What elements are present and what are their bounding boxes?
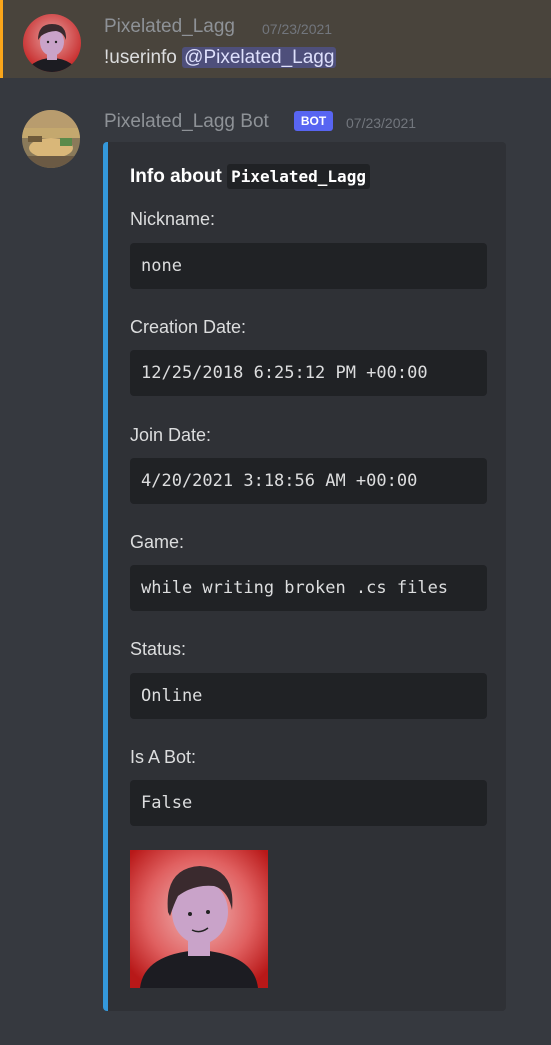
field-name-join-date: Join Date:	[130, 425, 212, 445]
bot-message-timestamp: 07/23/2021	[346, 115, 417, 131]
message-timestamp: 07/23/2021	[262, 21, 333, 37]
field-name-game: Game:	[130, 532, 185, 552]
field-value-join-date: 4/20/2021 3:18:56 AM +00:00	[130, 458, 487, 504]
field-value-is-a-bot: False	[130, 780, 487, 826]
field-name-creation-date: Creation Date:	[130, 317, 247, 337]
field-value-nickname: none	[130, 243, 487, 289]
message-username[interactable]: Pixelated_Lagg	[104, 16, 235, 38]
field-name-status: Status:	[130, 639, 187, 659]
embed-title-code: Pixelated_Lagg	[227, 164, 370, 189]
bot-username[interactable]: Pixelated_Lagg Bot	[104, 111, 269, 133]
user-avatar[interactable]	[23, 14, 81, 72]
userinfo-embed: Info about Pixelated_Lagg Nickname: none…	[103, 142, 506, 1011]
embed-thumbnail-image[interactable]	[130, 850, 268, 988]
embed-title: Info about Pixelated_Lagg	[130, 164, 370, 189]
bot-avatar[interactable]	[22, 110, 80, 168]
field-name-nickname: Nickname:	[130, 209, 216, 229]
field-name-is-a-bot: Is A Bot:	[130, 747, 197, 767]
user-mention[interactable]: @Pixelated_Lagg	[182, 47, 337, 68]
embed-title-text: Info about	[130, 166, 222, 187]
bot-tag-badge: BOT	[294, 111, 333, 131]
field-value-creation-date: 12/25/2018 6:25:12 PM +00:00	[130, 350, 487, 396]
field-value-game: while writing broken .cs files	[130, 565, 487, 611]
command-text: !userinfo	[104, 47, 177, 68]
message-content: !userinfo @Pixelated_Lagg	[104, 47, 337, 69]
field-value-status: Online	[130, 673, 487, 719]
